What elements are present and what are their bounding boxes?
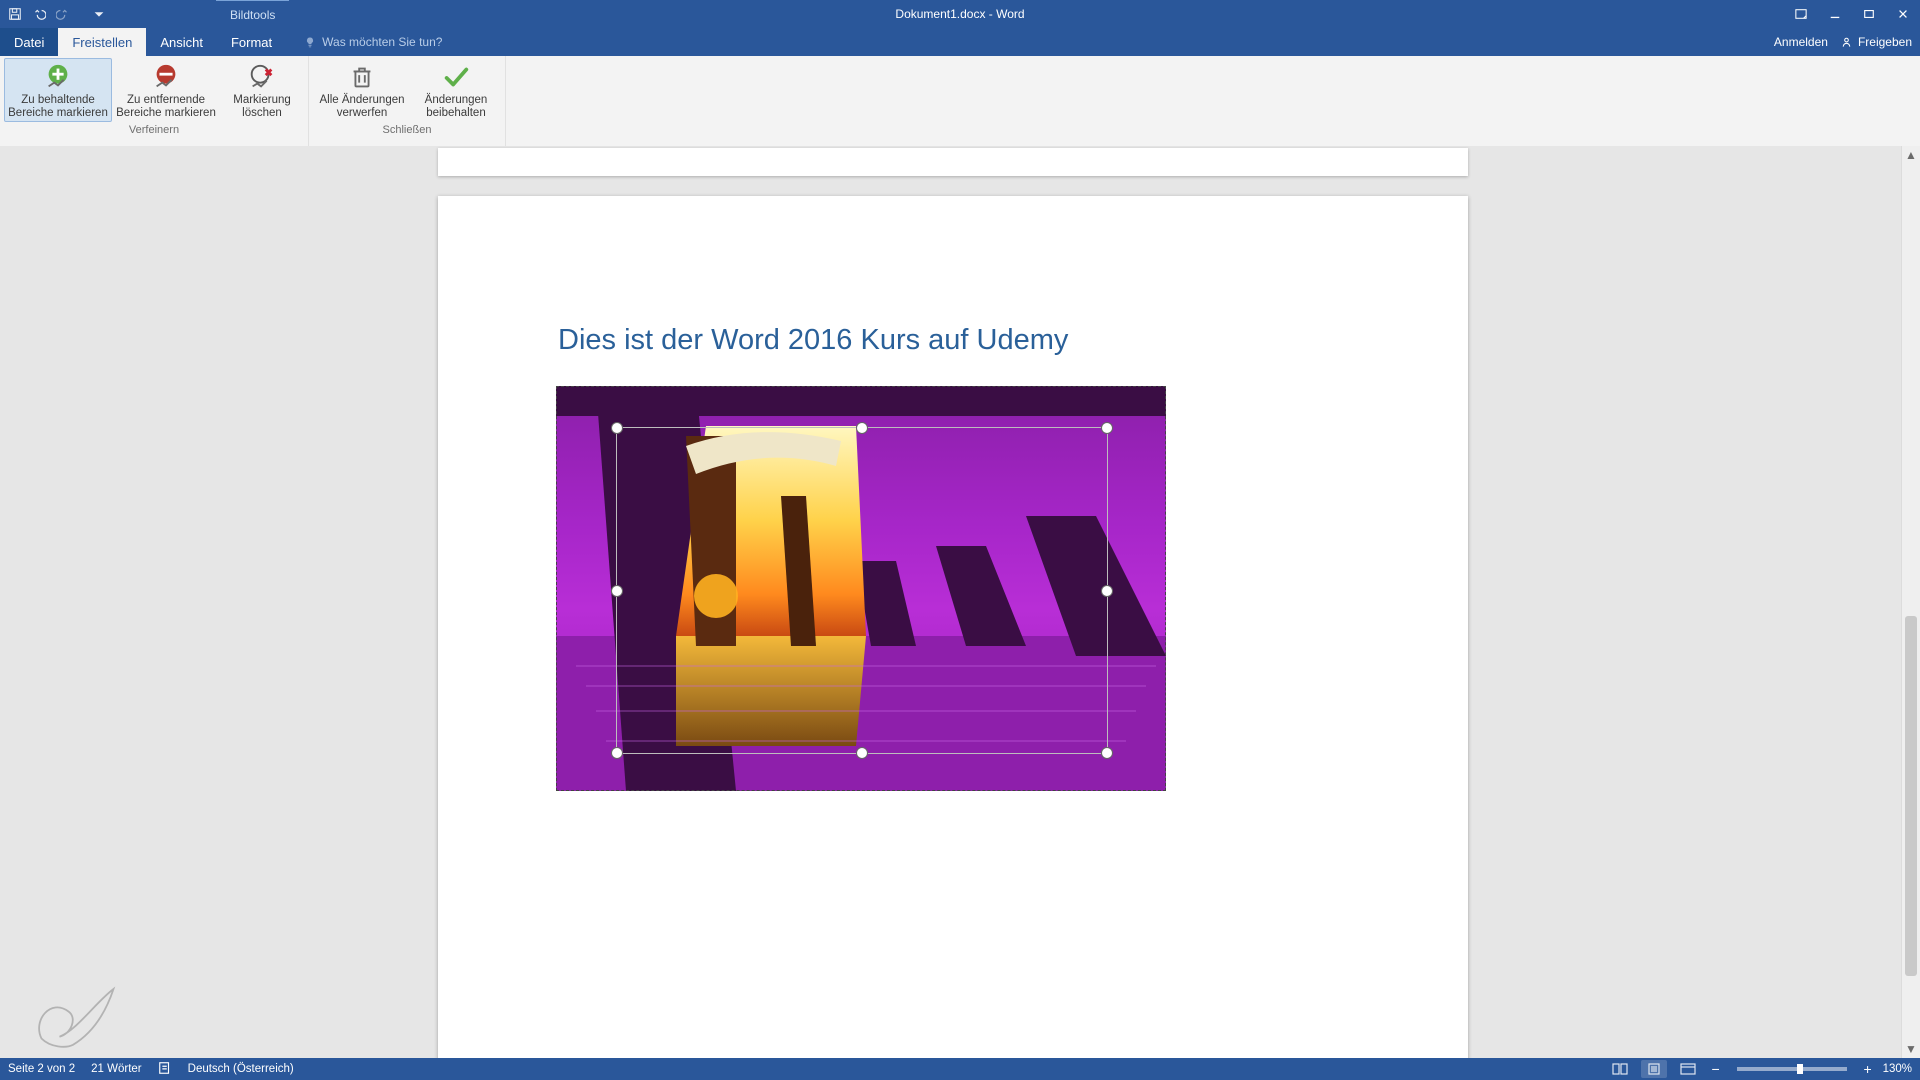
check-icon	[441, 62, 471, 92]
zoom-in-button[interactable]: +	[1861, 1062, 1875, 1076]
quick-access-toolbar	[0, 5, 108, 23]
ribbon-tabs: Datei Freistellen Ansicht Format Was möc…	[0, 28, 1920, 56]
minus-circle-icon	[151, 62, 181, 92]
previous-page-edge	[438, 148, 1468, 176]
vertical-scrollbar[interactable]: ▲ ▼	[1901, 146, 1920, 1058]
save-icon[interactable]	[6, 5, 24, 23]
keep-changes-button[interactable]: Änderungen beibehalten	[411, 58, 501, 122]
group-label-refine: Verfeinern	[4, 122, 304, 139]
lightbulb-icon	[304, 36, 316, 48]
ribbon-display-options-icon[interactable]	[1784, 0, 1818, 28]
status-word-count[interactable]: 21 Wörter	[91, 1063, 142, 1075]
zoom-level[interactable]: 130%	[1883, 1063, 1912, 1075]
status-bar: Seite 2 von 2 21 Wörter Deutsch (Österre…	[0, 1058, 1920, 1080]
maximize-icon[interactable]	[1852, 0, 1886, 28]
titlebar: Bildtools Dokument1.docx - Word	[0, 0, 1920, 28]
contextual-tab-label: Bildtools	[230, 8, 275, 22]
view-print-layout-icon[interactable]	[1641, 1060, 1667, 1078]
share-button[interactable]: Freigeben	[1840, 35, 1912, 49]
mark-areas-to-keep-button[interactable]: Zu behaltende Bereiche markieren	[4, 58, 112, 122]
ribbon-group-close: Alle Änderungen verwerfen Änderungen bei…	[309, 56, 506, 146]
picture-content	[556, 386, 1166, 791]
minimize-icon[interactable]	[1818, 0, 1852, 28]
view-read-mode-icon[interactable]	[1607, 1060, 1633, 1078]
document-workspace: Dies ist der Word 2016 Kurs auf Udemy	[0, 146, 1920, 1058]
status-page[interactable]: Seite 2 von 2	[8, 1063, 75, 1075]
tab-format[interactable]: Format	[217, 28, 286, 56]
watermark-logo	[28, 980, 118, 1052]
mark-areas-to-remove-button[interactable]: Zu entfernende Bereiche markieren	[112, 58, 220, 122]
tell-me-search[interactable]: Was möchten Sie tun?	[304, 28, 442, 56]
scroll-up-icon[interactable]: ▲	[1902, 146, 1920, 164]
redo-icon[interactable]	[54, 5, 72, 23]
zoom-out-button[interactable]: −	[1709, 1062, 1723, 1076]
share-icon	[1840, 36, 1853, 49]
close-icon[interactable]	[1886, 0, 1920, 28]
view-web-layout-icon[interactable]	[1675, 1060, 1701, 1078]
status-language[interactable]: Deutsch (Österreich)	[188, 1063, 294, 1075]
scroll-thumb[interactable]	[1905, 616, 1917, 976]
scroll-down-icon[interactable]: ▼	[1902, 1040, 1920, 1058]
status-proofing-icon[interactable]	[158, 1061, 172, 1078]
window-controls	[1784, 0, 1920, 28]
tell-me-placeholder: Was möchten Sie tun?	[322, 35, 442, 49]
tab-freistellen[interactable]: Freistellen	[58, 28, 146, 56]
ribbon: Zu behaltende Bereiche markieren Zu entf…	[0, 56, 1920, 147]
signin-link[interactable]: Anmelden	[1774, 35, 1828, 49]
document-heading: Dies ist der Word 2016 Kurs auf Udemy	[558, 324, 1068, 357]
zoom-slider[interactable]	[1737, 1067, 1847, 1071]
plus-circle-icon	[43, 62, 73, 92]
document-page[interactable]: Dies ist der Word 2016 Kurs auf Udemy	[438, 196, 1468, 1058]
tab-ansicht[interactable]: Ansicht	[146, 28, 217, 56]
selected-picture[interactable]	[556, 386, 1166, 791]
undo-icon[interactable]	[30, 5, 48, 23]
contextual-tab-bildtools[interactable]: Bildtools	[216, 0, 289, 29]
delete-mark-icon	[247, 62, 277, 92]
tab-file[interactable]: Datei	[0, 28, 58, 56]
discard-all-changes-button[interactable]: Alle Änderungen verwerfen	[313, 58, 411, 122]
delete-mark-button[interactable]: Markierung löschen	[220, 58, 304, 122]
trash-icon	[347, 62, 377, 92]
group-label-close: Schließen	[313, 122, 501, 139]
qat-customize-icon[interactable]	[90, 5, 108, 23]
ribbon-group-refine: Zu behaltende Bereiche markieren Zu entf…	[0, 56, 309, 146]
zoom-slider-knob[interactable]	[1797, 1064, 1803, 1074]
